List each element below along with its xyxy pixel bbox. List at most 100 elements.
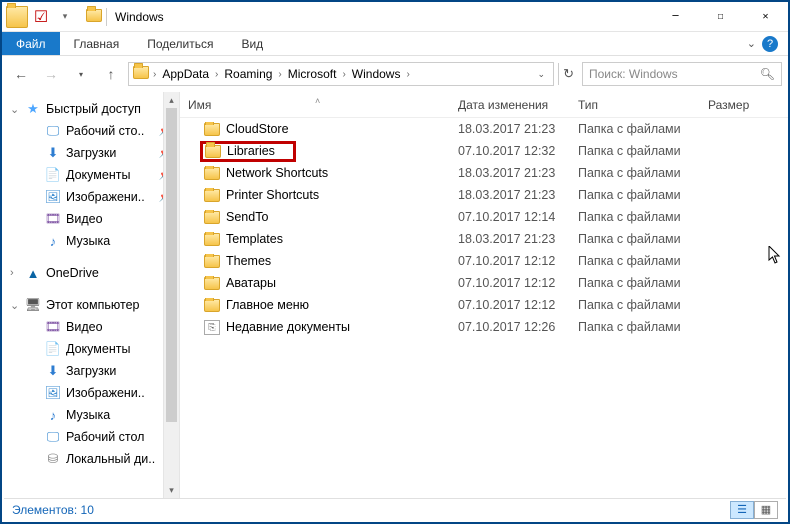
sidebar-item[interactable]: ›🖼Изображени..📌	[2, 186, 179, 208]
folder-icon	[204, 167, 220, 180]
sidebar-item[interactable]: ›⛁Локальный ди..	[2, 448, 179, 470]
music-icon: ♪	[44, 408, 62, 423]
scroll-thumb[interactable]	[166, 108, 177, 422]
separator	[106, 8, 107, 26]
file-row[interactable]: ⎘Недавние документы07.10.2017 12:26Папка…	[180, 316, 788, 338]
file-list: Имя˄ Дата изменения Тип Размер CloudStor…	[180, 92, 788, 498]
tab-view[interactable]: Вид	[227, 32, 277, 55]
file-row[interactable]: Templates18.03.2017 21:23Папка с файлами	[180, 228, 788, 250]
breadcrumb[interactable]: Windows	[348, 67, 405, 81]
file-type: Папка с файлами	[570, 122, 700, 136]
folder-icon	[204, 189, 220, 202]
sidebar-item[interactable]: ›🖵Рабочий стол	[2, 426, 179, 448]
sidebar-item-label: Локальный ди..	[66, 452, 155, 466]
document-icon: 📄	[44, 341, 62, 357]
picture-icon: 🖼	[44, 189, 62, 205]
up-button[interactable]: ↑	[98, 61, 124, 87]
title-bar: ☑ ▾ Windows ─ ☐ ✕	[2, 2, 788, 32]
folder-icon	[204, 211, 220, 224]
folder-icon	[204, 255, 220, 268]
column-name[interactable]: Имя˄	[180, 98, 450, 112]
sidebar-item[interactable]: ›🎞Видео	[2, 316, 179, 338]
desktop-icon: 🖵	[44, 123, 62, 139]
tab-share[interactable]: Поделиться	[133, 32, 227, 55]
minimize-button[interactable]: ─	[653, 2, 698, 32]
scroll-up-icon[interactable]: ▴	[164, 92, 179, 108]
navigation-pane: ⌄★ Быстрый доступ ›🖵Рабочий сто..📌›⬇Загр…	[2, 92, 180, 498]
column-type[interactable]: Тип	[570, 98, 700, 112]
icons-view-button[interactable]: ▦	[754, 501, 778, 519]
scroll-down-icon[interactable]: ▾	[164, 482, 179, 498]
folder-icon	[6, 6, 28, 28]
file-date: 07.10.2017 12:32	[450, 144, 570, 158]
quick-access-toolbar: ☑ ▾	[2, 6, 80, 28]
sidebar-item[interactable]: ›♪Музыка	[2, 230, 179, 252]
file-row[interactable]: SendTo07.10.2017 12:14Папка с файлами	[180, 206, 788, 228]
sidebar-item[interactable]: ›♪Музыка	[2, 404, 179, 426]
address-dropdown-icon[interactable]: ⌄	[538, 69, 546, 80]
search-placeholder: Поиск: Windows	[589, 67, 678, 81]
tab-file[interactable]: Файл	[2, 32, 60, 55]
search-input[interactable]: Поиск: Windows 🔍︎	[582, 62, 782, 86]
sidebar-quick-access[interactable]: ⌄★ Быстрый доступ	[2, 98, 179, 120]
ribbon-collapse-icon[interactable]: ⌄	[747, 37, 756, 50]
sidebar-onedrive[interactable]: ›▲ OneDrive	[2, 262, 179, 284]
window-title: Windows	[111, 10, 164, 24]
refresh-button[interactable]: ↻	[558, 63, 578, 85]
sidebar-item-label: Рабочий сто..	[66, 124, 144, 138]
qat-dropdown[interactable]: ▾	[54, 6, 76, 28]
desktop-icon: 🖵	[44, 429, 62, 445]
file-date: 07.10.2017 12:12	[450, 298, 570, 312]
column-date[interactable]: Дата изменения	[450, 98, 570, 112]
column-size[interactable]: Размер	[700, 98, 780, 112]
document-icon: 📄	[44, 167, 62, 183]
file-row[interactable]: Libraries07.10.2017 12:32Папка с файлами	[180, 140, 788, 162]
file-name: Printer Shortcuts	[226, 188, 319, 202]
sidebar-item[interactable]: ›📄Документы📌	[2, 164, 179, 186]
sidebar-item[interactable]: ›⬇Загрузки	[2, 360, 179, 382]
shortcut-icon: ⎘	[204, 320, 220, 335]
sidebar-item[interactable]: ›🖵Рабочий сто..📌	[2, 120, 179, 142]
maximize-button[interactable]: ☐	[698, 2, 743, 32]
file-row[interactable]: Главное меню07.10.2017 12:12Папка с файл…	[180, 294, 788, 316]
status-bar: Элементов: 10 ☰ ▦	[4, 498, 786, 520]
sidebar-item-label: Рабочий стол	[66, 430, 144, 444]
tab-home[interactable]: Главная	[60, 32, 134, 55]
file-type: Папка с файлами	[570, 210, 700, 224]
breadcrumb[interactable]: Roaming	[220, 67, 276, 81]
file-date: 18.03.2017 21:23	[450, 188, 570, 202]
file-name: SendTo	[226, 210, 268, 224]
file-row[interactable]: Network Shortcuts18.03.2017 21:23Папка с…	[180, 162, 788, 184]
sidebar-item[interactable]: ›📄Документы	[2, 338, 179, 360]
sidebar-scrollbar[interactable]: ▴ ▾	[163, 92, 179, 498]
sidebar-item[interactable]: ›⬇Загрузки📌	[2, 142, 179, 164]
address-bar[interactable]: › AppData› Roaming› Microsoft› Windows› …	[128, 62, 554, 86]
qat-item[interactable]: ☑	[30, 6, 52, 28]
sidebar-this-pc[interactable]: ⌄🖥 Этот компьютер	[2, 294, 179, 316]
close-button[interactable]: ✕	[743, 2, 788, 32]
details-view-button[interactable]: ☰	[730, 501, 754, 519]
file-row[interactable]: CloudStore18.03.2017 21:23Папка с файлам…	[180, 118, 788, 140]
file-row[interactable]: Аватары07.10.2017 12:12Папка с файлами	[180, 272, 788, 294]
picture-icon: 🖼	[44, 385, 62, 401]
sidebar-item-label: OneDrive	[46, 266, 99, 280]
history-dropdown[interactable]: ▾	[68, 61, 94, 87]
sidebar-item-label: Музыка	[66, 234, 110, 248]
file-type: Папка с файлами	[570, 188, 700, 202]
breadcrumb[interactable]: Microsoft	[284, 67, 341, 81]
file-row[interactable]: Themes07.10.2017 12:12Папка с файлами	[180, 250, 788, 272]
sidebar-item[interactable]: ›🖼Изображени..	[2, 382, 179, 404]
file-type: Папка с файлами	[570, 232, 700, 246]
window-controls: ─ ☐ ✕	[653, 2, 788, 32]
file-row[interactable]: Printer Shortcuts 18.03.2017 21:23Папка с…	[180, 184, 788, 206]
download-icon: ⬇	[44, 145, 62, 161]
file-date: 07.10.2017 12:26	[450, 320, 570, 334]
back-button[interactable]: ←	[8, 61, 34, 87]
file-name: Network Shortcuts	[226, 166, 328, 180]
sidebar-item[interactable]: ›🎞Видео	[2, 208, 179, 230]
breadcrumb[interactable]: AppData	[158, 67, 213, 81]
sidebar-item-label: Видео	[66, 320, 103, 334]
help-icon[interactable]: ?	[762, 36, 778, 52]
search-icon: 🔍︎	[760, 67, 775, 81]
forward-button[interactable]: →	[38, 61, 64, 87]
